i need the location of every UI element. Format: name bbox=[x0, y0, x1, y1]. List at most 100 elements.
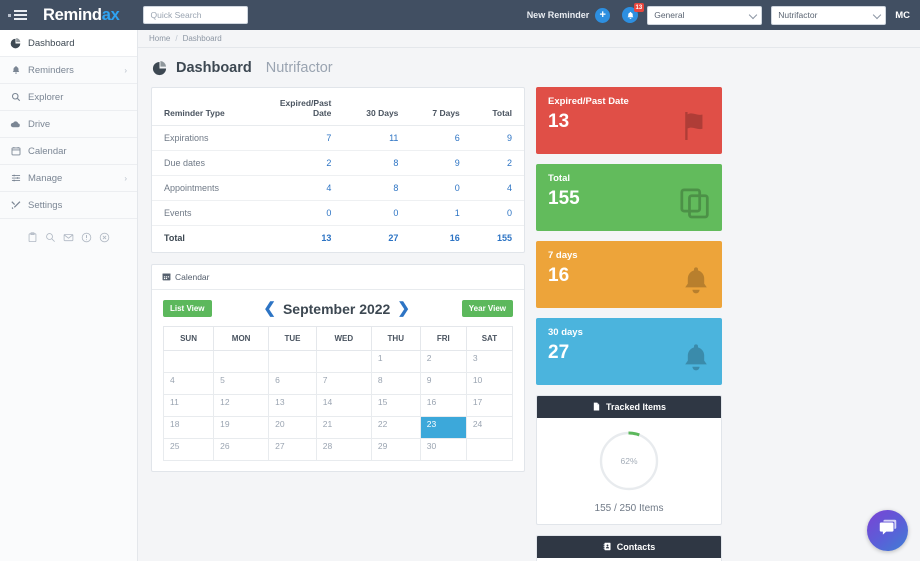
sidebar-item-calendar[interactable]: Calendar bbox=[0, 138, 137, 165]
new-reminder-button[interactable]: New Reminder + bbox=[527, 7, 611, 23]
calendar-day[interactable]: 26 bbox=[213, 438, 270, 461]
chat-widget-button[interactable] bbox=[867, 510, 908, 551]
calendar-day[interactable]: 17 bbox=[465, 394, 514, 417]
column-header-total: Total bbox=[471, 92, 524, 126]
cell-total[interactable]: 2 bbox=[471, 150, 524, 176]
cell-30days[interactable]: 27 bbox=[343, 226, 410, 251]
calendar-day[interactable]: 18 bbox=[162, 416, 215, 439]
sidebar-item-reminders[interactable]: Reminders › bbox=[0, 57, 137, 84]
close-circle-icon[interactable] bbox=[96, 228, 114, 246]
cell-expired[interactable]: 0 bbox=[253, 200, 344, 226]
calendar-day[interactable]: 14 bbox=[315, 394, 372, 417]
calendar-widget-header: Calendar bbox=[152, 265, 524, 290]
chevron-right-icon: › bbox=[124, 65, 127, 75]
avatar[interactable]: MC bbox=[895, 10, 910, 21]
cell-30days[interactable]: 8 bbox=[343, 175, 411, 201]
calendar-day[interactable]: 22 bbox=[370, 416, 421, 439]
sidebar-item-settings[interactable]: Settings bbox=[0, 192, 137, 219]
calendar-day[interactable]: 5 bbox=[213, 372, 270, 395]
stat-card-7days[interactable]: 7 days 16 bbox=[536, 241, 722, 308]
cell-expired[interactable]: 13 bbox=[253, 226, 343, 251]
cell-expired[interactable]: 4 bbox=[253, 175, 344, 201]
calendar-day[interactable]: 19 bbox=[213, 416, 270, 439]
notifications-button[interactable]: 13 bbox=[622, 3, 645, 23]
search-icon bbox=[10, 92, 21, 102]
weekday-mon: MON bbox=[213, 326, 270, 351]
clipboard-icon[interactable] bbox=[24, 228, 42, 246]
calendar-day[interactable]: 11 bbox=[162, 394, 215, 417]
contacts-widget: Contacts 40% 4 / 10 Contacts bbox=[536, 535, 722, 561]
cell-total[interactable]: 0 bbox=[471, 200, 524, 226]
calendar-day[interactable]: 1 bbox=[370, 350, 421, 373]
calendar-weekday-header: SUN MON TUE WED THU FRI SAT bbox=[162, 326, 514, 351]
calendar-day[interactable]: 7 bbox=[315, 372, 372, 395]
breadcrumb-home[interactable]: Home bbox=[149, 34, 170, 43]
info-circle-icon[interactable] bbox=[78, 228, 96, 246]
cell-total[interactable]: 155 bbox=[472, 226, 524, 251]
calendar-day[interactable] bbox=[162, 350, 215, 373]
cell-7days[interactable]: 0 bbox=[410, 175, 472, 201]
cell-total[interactable]: 4 bbox=[471, 175, 524, 201]
calendar-day[interactable]: 9 bbox=[419, 372, 467, 395]
page-subtitle: Nutrifactor bbox=[265, 60, 333, 76]
stat-card-30days[interactable]: 30 days 27 bbox=[536, 318, 722, 385]
cell-7days[interactable]: 9 bbox=[410, 150, 472, 176]
calendar-day[interactable]: 27 bbox=[268, 438, 317, 461]
calendar-day[interactable]: 4 bbox=[162, 372, 215, 395]
calendar-month-title: September 2022 bbox=[282, 300, 391, 317]
search-input[interactable] bbox=[143, 6, 249, 24]
calendar-day[interactable]: 21 bbox=[315, 416, 372, 439]
cell-30days[interactable]: 11 bbox=[343, 125, 411, 151]
cell-30days[interactable]: 0 bbox=[343, 200, 411, 226]
calendar-day[interactable]: 25 bbox=[162, 438, 215, 461]
sidebar-item-dashboard[interactable]: Dashboard bbox=[0, 30, 137, 57]
calendar-day[interactable]: 12 bbox=[213, 394, 270, 417]
calendar-day[interactable]: 24 bbox=[465, 416, 514, 439]
search-icon[interactable] bbox=[42, 228, 60, 246]
cell-type: Appointments bbox=[152, 175, 254, 201]
stat-card-total[interactable]: Total 155 bbox=[536, 164, 722, 231]
calendar-day[interactable]: 15 bbox=[370, 394, 421, 417]
calendar-day[interactable]: 6 bbox=[268, 372, 317, 395]
list-view-button[interactable]: List View bbox=[163, 300, 212, 317]
envelope-icon[interactable] bbox=[60, 228, 78, 246]
sidebar-item-drive[interactable]: Drive bbox=[0, 111, 137, 138]
cell-expired[interactable]: 7 bbox=[253, 125, 344, 151]
calendar-day[interactable] bbox=[213, 350, 270, 373]
calendar-day[interactable]: 3 bbox=[465, 350, 514, 373]
calendar-day[interactable] bbox=[465, 438, 514, 461]
cell-7days[interactable]: 16 bbox=[410, 226, 471, 251]
calendar-day[interactable]: 29 bbox=[370, 438, 421, 461]
calendar-day[interactable]: 8 bbox=[370, 372, 421, 395]
calendar-day[interactable]: 30 bbox=[419, 438, 467, 461]
cell-30days[interactable]: 8 bbox=[343, 150, 411, 176]
tracked-items-percent: 62% bbox=[620, 456, 638, 466]
calendar-day[interactable]: 16 bbox=[419, 394, 467, 417]
category-select[interactable]: General bbox=[647, 5, 763, 25]
calendar-day[interactable]: 28 bbox=[315, 438, 372, 461]
next-month-icon[interactable]: ❯ bbox=[397, 301, 410, 316]
calendar-day[interactable]: 2 bbox=[419, 350, 467, 373]
company-select[interactable]: Nutrifactor bbox=[771, 5, 887, 25]
calendar-day[interactable]: 13 bbox=[268, 394, 317, 417]
calendar-month-nav: ❮ September 2022 ❯ bbox=[263, 301, 410, 317]
calendar-day[interactable]: 10 bbox=[465, 372, 514, 395]
brand-logo[interactable]: Remindax bbox=[43, 6, 120, 25]
calendar-day[interactable]: 20 bbox=[268, 416, 317, 439]
sidebar-item-manage[interactable]: Manage › bbox=[0, 165, 137, 192]
main-content: Home / Dashboard Dashboard Nutrifactor R… bbox=[138, 30, 920, 561]
cell-7days[interactable]: 1 bbox=[410, 200, 472, 226]
calendar-day[interactable] bbox=[268, 350, 317, 373]
cell-expired[interactable]: 2 bbox=[253, 150, 344, 176]
sidebar-toggle-button[interactable] bbox=[0, 0, 34, 30]
cell-7days[interactable]: 6 bbox=[410, 125, 472, 151]
plus-icon: + bbox=[595, 7, 611, 23]
sidebar-label: Reminders bbox=[28, 64, 74, 76]
sidebar-item-explorer[interactable]: Explorer bbox=[0, 84, 137, 111]
calendar-day[interactable] bbox=[315, 350, 372, 373]
stat-card-expired[interactable]: Expired/Past Date 13 bbox=[536, 87, 722, 154]
year-view-button[interactable]: Year View bbox=[461, 300, 513, 317]
calendar-day-today[interactable]: 23 bbox=[419, 416, 467, 439]
cell-total[interactable]: 9 bbox=[471, 125, 524, 151]
prev-month-icon[interactable]: ❮ bbox=[263, 301, 276, 316]
